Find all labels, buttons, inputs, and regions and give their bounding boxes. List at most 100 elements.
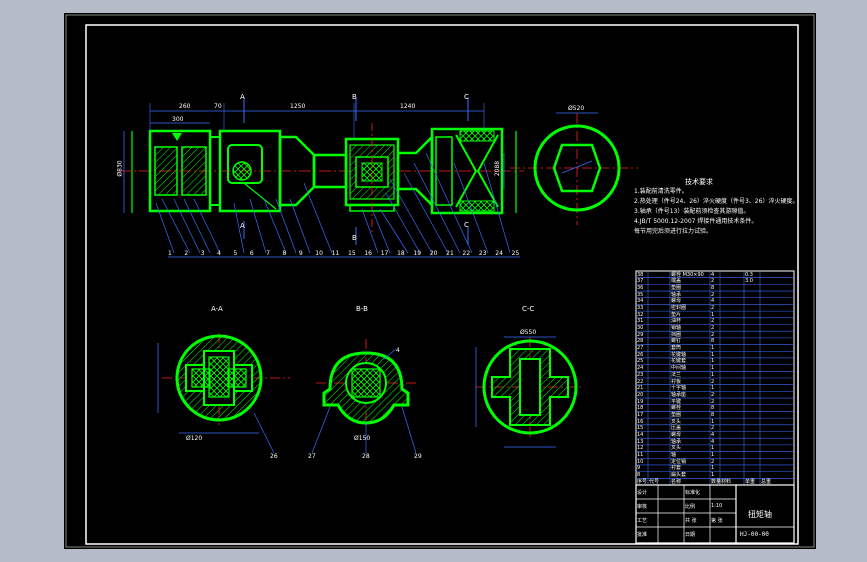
bom-cell: 33 [637, 304, 644, 311]
bom-cell: 1 [711, 351, 715, 358]
bom-cell: 1 [711, 358, 715, 365]
bom-cell: 1 [711, 371, 715, 378]
bom-cell: 压盖 [671, 425, 682, 432]
tech-requirement-line: 每节用完后须进行拉力试验。 [634, 228, 713, 235]
bom-row: 8 扁头套 1 [636, 472, 794, 479]
title-block-cell: 批准 [637, 532, 648, 538]
part-number-label: 10 [315, 250, 323, 257]
bom-cell: 21 [637, 385, 644, 392]
title-block-cell: 日期 [685, 532, 696, 538]
tech-requirement-line: 3.轴承（件号13）装配前须检查其游隙值。 [634, 208, 750, 215]
bom-cell: 2 [711, 331, 715, 338]
bom-row: 25 花键套 1 [636, 358, 794, 365]
bom-row: 9 衬套 1 [636, 465, 794, 472]
bom-cell: 序号 [637, 478, 648, 485]
bom-row: 31 油杯 2 [636, 318, 794, 325]
section-label-b-b: B-B [356, 305, 368, 313]
bom-cell: 17 [637, 411, 644, 418]
dim-300: 300 [172, 116, 184, 123]
part-number-label: 6 [249, 250, 254, 257]
cut-mark-b-top: B [352, 93, 357, 101]
cut-mark-a-top: A [240, 93, 245, 101]
title-block-cell: 第 张 [711, 518, 723, 524]
bom-cell: 1 [711, 445, 715, 452]
dim-phi120: Ø120 [186, 435, 203, 442]
part-number-label: 11 [331, 250, 340, 257]
bom-cell: 31 [637, 318, 644, 325]
part-number-label: 4 [217, 250, 221, 257]
bom-row: 11 轴 1 [636, 452, 794, 459]
bom-cell: 1 [711, 452, 715, 459]
cut-mark-c-bottom: C [464, 221, 469, 229]
bom-cell: 13 [637, 438, 644, 445]
text-overlay: 260 70 1250 1240 Ø830 2088 Ø520 300 Ø550… [64, 13, 816, 549]
section-part-27: 27 [308, 453, 316, 460]
bom-cell: 4 [711, 298, 715, 305]
bom-cell: 法兰 [671, 371, 682, 378]
cad-drawing-viewport[interactable]: 260 70 1250 1240 Ø830 2088 Ø520 300 Ø550… [64, 13, 816, 549]
bom-cell: 26 [637, 351, 644, 358]
cut-mark-c-top: C [464, 93, 469, 101]
dim-1240: 1240 [400, 103, 416, 110]
bom-row: 23 法兰 1 [636, 372, 794, 379]
bom-row: 13 轴承 4 [636, 439, 794, 446]
bom-cell: 8 [711, 405, 715, 412]
section-part-28: 28 [362, 453, 370, 460]
bom-cell: 25 [637, 358, 644, 365]
bom-row: 21 十字轴 1 [636, 385, 794, 392]
bom-row: 15 压盖 2 [636, 425, 794, 432]
bom-cell: 代号 [649, 478, 660, 485]
part-number-label: 19 [413, 250, 422, 257]
bom-cell: 螺母 [671, 298, 682, 305]
bom-cell: 螺钉 [671, 338, 682, 345]
bom-cell: 2 [711, 304, 715, 311]
bom-cell: 1 [711, 472, 715, 479]
dim-4: 4 [396, 347, 400, 354]
bom-row: 10 定位销 2 [636, 459, 794, 466]
bom-cell: 2 [711, 398, 715, 405]
bom-cell: 20 [637, 391, 644, 398]
bom-cell: 34 [637, 298, 644, 305]
title-block-cell: 标准化 [685, 490, 701, 496]
bom-cell: 1 [711, 385, 715, 392]
drawing-number: HJ-00-00 [740, 531, 769, 538]
dim-phi150: Ø150 [354, 435, 371, 442]
bom-cell: 1 [711, 365, 715, 372]
dim-1250: 1250 [290, 103, 306, 110]
cut-mark-b-bottom: B [352, 234, 357, 242]
tech-requirements-heading: 技术要求 [685, 178, 713, 186]
part-number-label: 22 [462, 250, 471, 257]
part-number-label: 3 [200, 250, 205, 257]
tech-requirement-line: 1.装配前清洗零件。 [634, 188, 688, 195]
bom-cell: 8 [711, 284, 715, 291]
bom-cell: 4 [711, 438, 715, 445]
dim-70: 70 [214, 103, 222, 110]
bom-row: 32 垫片 1 [636, 312, 794, 319]
tech-requirement-line: 2.热处理（件号24、26）淬火硬度（件号3、26）淬火硬度。 [634, 198, 799, 205]
bom-cell: 28 [637, 338, 644, 345]
bom-row: 14 螺母 4 [636, 432, 794, 439]
title-block-cell: 共 张 [685, 518, 697, 524]
dim-phi830: Ø830 [116, 160, 124, 177]
bom-cell: 4 [711, 432, 715, 438]
bom-cell: 38 [637, 271, 644, 278]
dim-2088: 2088 [494, 160, 502, 177]
bom-row: 30 销轴 2 [636, 325, 794, 332]
dim-phi520: Ø520 [568, 105, 585, 112]
cut-mark-a-bottom: A [240, 222, 245, 230]
title-block-cell: 比例 [685, 504, 696, 510]
part-number-label: 8 [282, 250, 287, 257]
bom-row: 37 端盖 2 3.0 [636, 278, 794, 285]
section-part-26: 26 [270, 453, 278, 460]
bom-cell: 名称 [671, 478, 682, 485]
bom-cell: 材料 [721, 478, 732, 485]
bom-cell: 16 [637, 418, 644, 425]
bom-cell: 37 [637, 278, 644, 285]
bom-header-row: 序号 代号 名称 数量 材料 单重 总重 [636, 479, 794, 486]
bom-cell: 2 [711, 278, 715, 285]
title-block-cell: 设计 [637, 490, 648, 496]
bom-cell: 中间轴 [671, 365, 687, 372]
bom-cell: 36 [637, 284, 644, 291]
bom-cell: 1 [711, 465, 715, 472]
bom-cell: 1 [711, 418, 715, 425]
